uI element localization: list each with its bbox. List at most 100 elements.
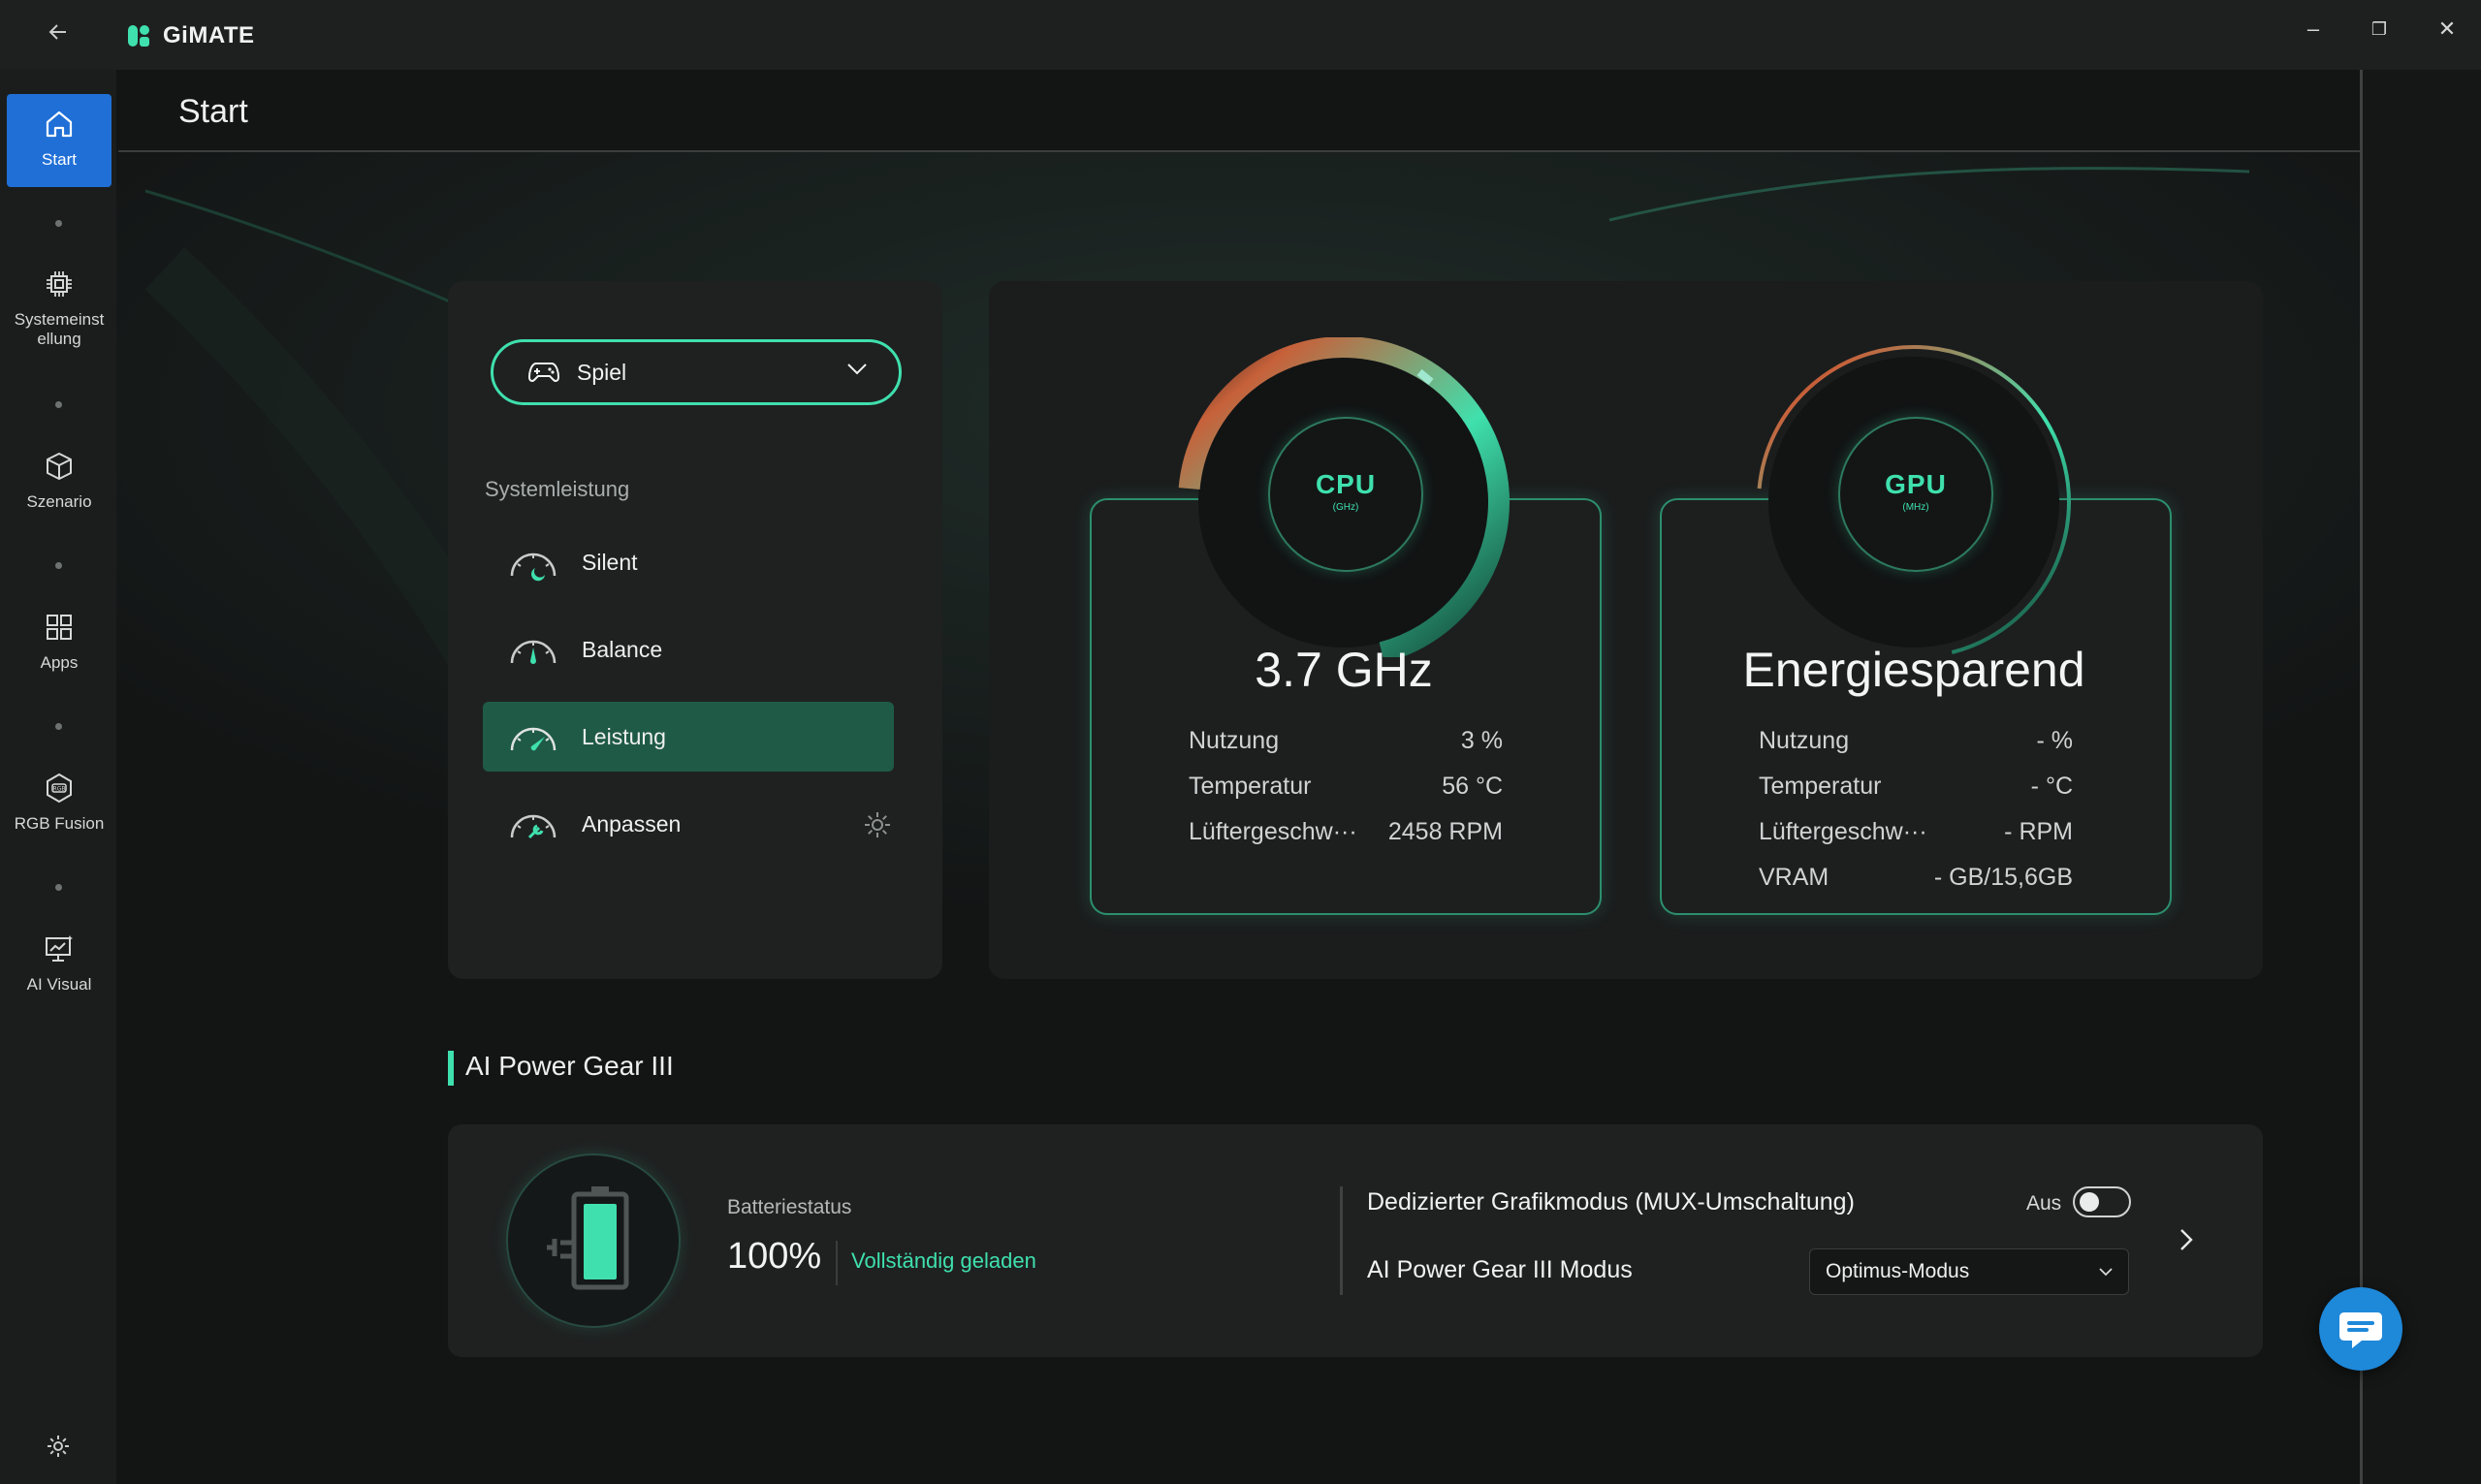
gpu-row-key: Lüftergeschw··· bbox=[1759, 818, 1927, 845]
gpu-row-value: - °C bbox=[2030, 773, 2073, 800]
cpu-row-value: 2458 RPM bbox=[1387, 818, 1503, 845]
gauge-balance-icon bbox=[506, 630, 560, 669]
nav-separator-dot bbox=[55, 220, 62, 227]
sidebar-item-label: RGB Fusion bbox=[14, 814, 105, 833]
sidebar-label-line2: ellung bbox=[37, 330, 81, 348]
ai-power-gear-panel: Batteriestatus 100% Vollständig geladen … bbox=[448, 1124, 2263, 1357]
sidebar-item-start[interactable]: Start bbox=[7, 94, 111, 187]
gpu-row-key: Temperatur bbox=[1759, 773, 1882, 800]
restore-button[interactable]: ❐ bbox=[2350, 10, 2408, 48]
mode-dropdown[interactable]: Spiel bbox=[491, 339, 902, 405]
battery-status: Vollständig geladen bbox=[851, 1248, 1036, 1273]
home-icon bbox=[7, 108, 111, 146]
gpu-chip: GPU (MHz) bbox=[1838, 417, 1993, 572]
section-title: AI Power Gear III bbox=[465, 1051, 674, 1081]
mode-panel: Spiel Systemleistung Silent Balance Leis… bbox=[448, 281, 942, 979]
customize-gear-icon[interactable] bbox=[861, 808, 894, 846]
gauge-performance-icon bbox=[506, 717, 560, 756]
gauge-custom-icon bbox=[506, 805, 560, 843]
battery-label: Batteriestatus bbox=[727, 1196, 852, 1218]
app-name: GiMATE bbox=[163, 22, 255, 48]
cpu-row-key: Nutzung bbox=[1189, 727, 1280, 754]
app-logo: GiMATE bbox=[126, 21, 255, 50]
sidebar-item-label: Szenario bbox=[26, 492, 92, 511]
main-content: Start Spiel Systemleistung Silent Balanc… bbox=[116, 70, 2366, 1484]
right-pane bbox=[2363, 70, 2481, 1484]
apps-grid-icon bbox=[7, 611, 111, 649]
sidebar-item-rgb-fusion[interactable]: RGB RGB Fusion bbox=[7, 758, 111, 851]
sidebar-item-ai-visual[interactable]: AI Visual bbox=[7, 919, 111, 1012]
cpu-chip: CPU (GHz) bbox=[1268, 417, 1423, 572]
title-bar: GiMATE – ❐ ✕ bbox=[0, 0, 2481, 70]
mux-state-label: Aus bbox=[2026, 1192, 2062, 1215]
battery-charging-icon bbox=[547, 1186, 629, 1290]
chat-button[interactable] bbox=[2319, 1287, 2402, 1371]
section-label: Systemleistung bbox=[485, 477, 630, 501]
close-button[interactable]: ✕ bbox=[2418, 10, 2476, 48]
cpu-row-value: 56 °C bbox=[1442, 773, 1503, 800]
gpu-row-value: - GB/15,6GB bbox=[1933, 864, 2073, 891]
cpu-row-key: Lüftergeschw··· bbox=[1189, 818, 1357, 845]
mux-toggle[interactable] bbox=[2073, 1186, 2131, 1217]
nav-separator-dot bbox=[55, 884, 62, 891]
toggle-knob bbox=[2080, 1192, 2099, 1212]
gear-mode-value: Optimus-Modus bbox=[1826, 1260, 1970, 1282]
mode-item-label: Leistung bbox=[582, 723, 666, 749]
stats-panel: CPU (GHz) 3.7 GHz Nutzung 3 % Temperatur… bbox=[989, 281, 2263, 979]
rgb-icon: RGB bbox=[7, 772, 111, 810]
battery-icon-circle bbox=[506, 1153, 681, 1328]
mode-item-silent[interactable]: Silent bbox=[483, 527, 894, 597]
page-title: Start bbox=[178, 93, 248, 130]
selected-mode-label: Spiel bbox=[577, 359, 627, 385]
gpu-row-key: Nutzung bbox=[1759, 727, 1850, 754]
mode-item-anpassen[interactable]: Anpassen bbox=[483, 789, 894, 859]
mode-item-balance[interactable]: Balance bbox=[483, 615, 894, 684]
sidebar-item-label: Systemeinst ellung bbox=[7, 310, 111, 349]
cube-icon bbox=[7, 450, 111, 489]
sidebar-label-line1: Systemeinst bbox=[14, 310, 105, 329]
ai-visual-icon bbox=[7, 932, 111, 971]
chat-icon bbox=[2339, 1312, 2382, 1348]
sidebar-item-label: AI Visual bbox=[26, 975, 92, 994]
mode-item-label: Silent bbox=[582, 549, 638, 575]
gpu-chip-unit: (MHz) bbox=[1902, 502, 1929, 513]
gpu-value: Energiesparend bbox=[1742, 643, 2085, 697]
cpu-chip-unit: (GHz) bbox=[1332, 502, 1359, 513]
sidebar: Start Systemeinst ellung Szenario Apps RG… bbox=[0, 70, 116, 1484]
gamepad-icon bbox=[528, 361, 559, 384]
chip-icon bbox=[7, 268, 111, 306]
mux-label: Dedizierter Grafikmodus (MUX-Umschaltung… bbox=[1367, 1188, 1855, 1216]
cpu-row-key: Temperatur bbox=[1189, 773, 1312, 800]
chevron-right-icon[interactable] bbox=[2172, 1225, 2201, 1259]
nav-separator-dot bbox=[55, 562, 62, 569]
battery-divider bbox=[836, 1241, 838, 1285]
mode-item-label: Balance bbox=[582, 636, 663, 662]
chevron-down-icon bbox=[844, 356, 870, 386]
mode-item-label: Anpassen bbox=[582, 810, 682, 837]
cpu-chip-label: CPU bbox=[1315, 469, 1377, 499]
title-divider bbox=[118, 150, 2360, 152]
sidebar-item-label: Apps bbox=[40, 653, 79, 672]
gpu-row-key: VRAM bbox=[1759, 864, 1829, 891]
gpu-row-value: - RPM bbox=[2004, 818, 2073, 845]
gpu-chip-label: GPU bbox=[1885, 469, 1947, 499]
cpu-row-value: 3 % bbox=[1460, 727, 1503, 754]
sidebar-item-szenario[interactable]: Szenario bbox=[7, 436, 111, 529]
mode-item-leistung[interactable]: Leistung bbox=[483, 702, 894, 772]
gear-mode-dropdown[interactable]: Optimus-Modus bbox=[1809, 1248, 2129, 1295]
gpu-row-value: - % bbox=[2036, 727, 2074, 754]
gear-icon[interactable] bbox=[45, 1433, 72, 1465]
cpu-value: 3.7 GHz bbox=[1255, 643, 1433, 697]
sidebar-item-systemeinstellung[interactable]: Systemeinst ellung bbox=[7, 254, 111, 361]
gear-divider bbox=[1340, 1186, 1343, 1295]
sidebar-item-apps[interactable]: Apps bbox=[7, 597, 111, 690]
sidebar-item-label: Start bbox=[42, 150, 77, 169]
section-accent-bar bbox=[448, 1051, 454, 1086]
svg-text:RGB: RGB bbox=[53, 786, 66, 793]
battery-percent: 100% bbox=[727, 1236, 822, 1277]
gear-mode-label: AI Power Gear III Modus bbox=[1367, 1256, 1633, 1283]
back-arrow-icon[interactable] bbox=[39, 17, 78, 52]
gauge-silent-icon bbox=[506, 543, 560, 582]
gimate-logo-icon bbox=[126, 23, 151, 48]
minimize-button[interactable]: – bbox=[2284, 10, 2342, 48]
